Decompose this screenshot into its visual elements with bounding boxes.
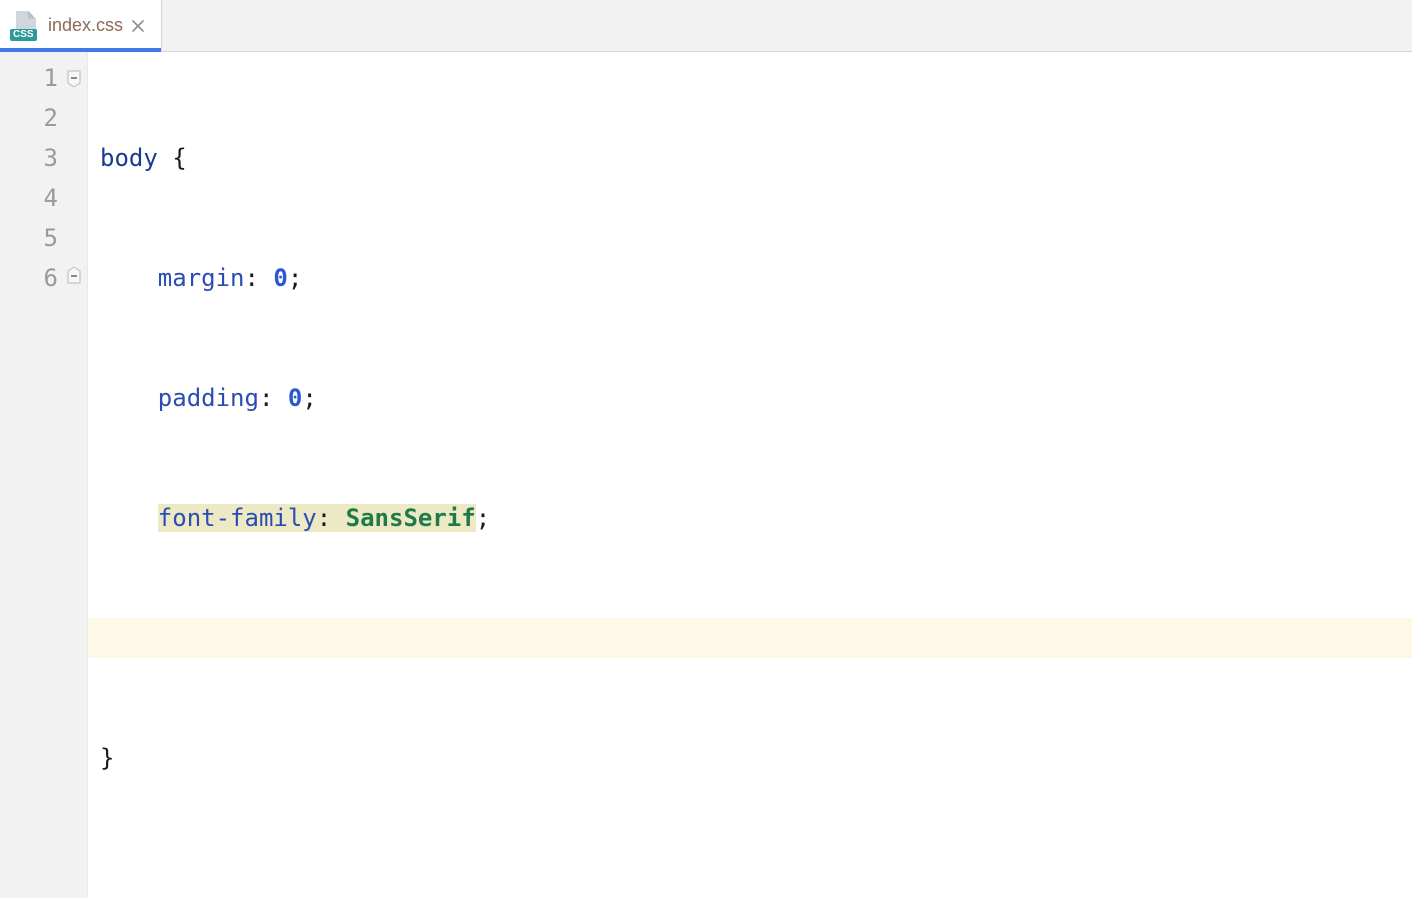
line-number: 3 bbox=[0, 138, 58, 178]
line-number: 1 bbox=[0, 58, 58, 98]
brace-close: } bbox=[100, 744, 114, 772]
gutter: 1 2 3 4 5 6 bbox=[0, 52, 88, 898]
code-line-current[interactable] bbox=[88, 618, 1412, 658]
line-number: 4 bbox=[0, 178, 58, 218]
line-number: 5 bbox=[0, 218, 58, 258]
code-line[interactable]: } bbox=[88, 738, 1412, 778]
file-tab[interactable]: CSS index.css bbox=[0, 0, 162, 51]
code-line[interactable]: font-family: SansSerif; bbox=[88, 498, 1412, 538]
fold-close-icon[interactable] bbox=[65, 267, 83, 285]
fold-open-icon[interactable] bbox=[65, 69, 83, 87]
code-line[interactable]: padding: 0; bbox=[88, 378, 1412, 418]
css-property: margin bbox=[158, 264, 245, 292]
css-property: padding bbox=[158, 384, 259, 412]
tab-bar: CSS index.css bbox=[0, 0, 1412, 52]
line-number: 2 bbox=[0, 98, 58, 138]
brace-open: { bbox=[172, 144, 186, 172]
css-file-icon: CSS bbox=[10, 11, 40, 41]
line-numbers: 1 2 3 4 5 6 bbox=[0, 58, 58, 298]
css-property: font-family bbox=[158, 504, 317, 532]
tab-filename: index.css bbox=[48, 15, 123, 36]
line-number: 6 bbox=[0, 258, 58, 298]
code-editor[interactable]: 1 2 3 4 5 6 body { margin: 0 bbox=[0, 52, 1412, 898]
css-value: 0 bbox=[273, 264, 287, 292]
code-area[interactable]: body { margin: 0; padding: 0; font-famil… bbox=[88, 52, 1412, 898]
close-icon[interactable] bbox=[131, 19, 145, 33]
code-line[interactable]: body { bbox=[88, 138, 1412, 178]
css-value: 0 bbox=[288, 384, 302, 412]
code-line[interactable]: margin: 0; bbox=[88, 258, 1412, 298]
css-selector: body bbox=[100, 144, 158, 172]
css-value: SansSerif bbox=[346, 504, 476, 532]
